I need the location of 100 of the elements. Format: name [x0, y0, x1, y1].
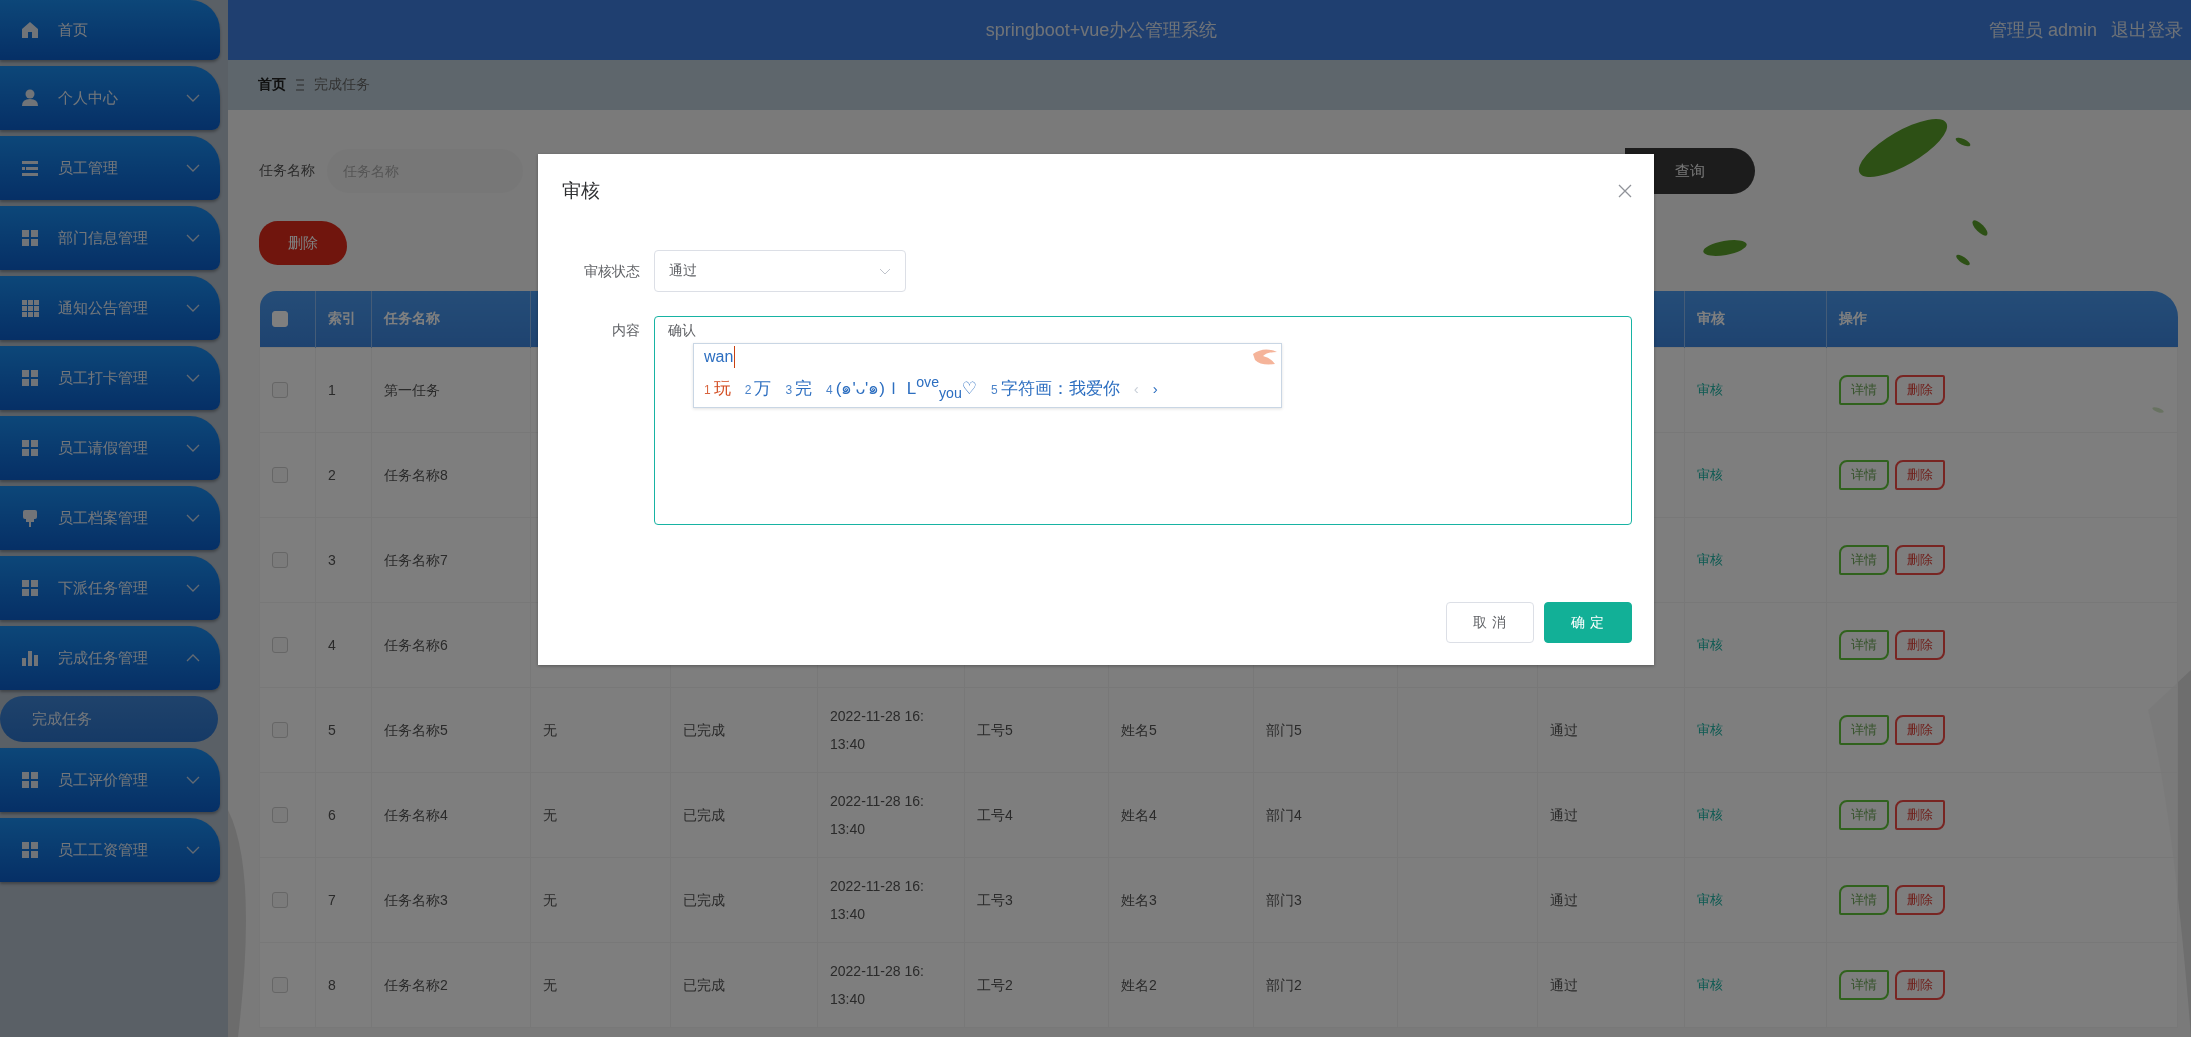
grid-icon [20, 770, 40, 790]
table-cell-text: 2022-11-28 16:13:40 [830, 961, 925, 1009]
user-icon [20, 88, 40, 108]
delete-button[interactable]: 删除 [1895, 459, 1945, 490]
grid-icon [20, 840, 40, 860]
sidebar-subitem[interactable]: 完成任务 [0, 696, 218, 742]
table-cell-text: 任务名称5 [384, 720, 449, 740]
grid-icon [20, 438, 40, 458]
table-cell-text: 无 [543, 890, 558, 910]
delete-button[interactable]: 删除 [1895, 969, 1945, 1000]
sidebar-item[interactable]: 员工请假管理 [0, 416, 220, 480]
table-cell-text: 已完成 [683, 975, 726, 995]
field-label: 任务名称 [259, 162, 315, 180]
sidebar-item[interactable]: 员工档案管理 [0, 486, 220, 550]
delete-button[interactable]: 删除 [1895, 799, 1945, 830]
table-cell-text: 工号3 [977, 890, 1014, 910]
review-link[interactable]: 审核 [1697, 381, 1723, 397]
table-cell-text: 已完成 [683, 805, 726, 825]
separator-icon [296, 79, 304, 91]
details-button[interactable]: 详情 [1839, 374, 1889, 405]
user-name: 管理员 admin [1988, 19, 2097, 42]
checkbox[interactable] [272, 382, 288, 399]
delete-button[interactable]: 删除 [1895, 629, 1945, 660]
review-link[interactable]: 审核 [1697, 976, 1723, 992]
ime-candidate[interactable]: 4 (๑'ᴗ'๑)Ｉ L$^{ove}$$_{you}$♡ [826, 374, 978, 402]
review-link[interactable]: 审核 [1697, 891, 1723, 907]
delete-button[interactable]: 删除 [259, 221, 347, 265]
sidebar-item[interactable]: 员工管理 [0, 136, 220, 200]
review-link[interactable]: 审核 [1697, 466, 1723, 482]
table-cell-text: 7 [328, 890, 337, 910]
table-cell-text: 无 [543, 975, 558, 995]
table-cell-text: 已完成 [683, 890, 726, 910]
details-button[interactable]: 详情 [1839, 799, 1889, 830]
details-button[interactable]: 详情 [1839, 544, 1889, 575]
checkbox[interactable] [272, 637, 288, 654]
sidebar-item[interactable]: 首页 [0, 0, 220, 60]
checkbox[interactable] [272, 807, 288, 824]
sidebar-item[interactable]: 下派任务管理 [0, 556, 220, 620]
details-button[interactable]: 详情 [1839, 629, 1889, 660]
column-header: 审核 [1697, 309, 1725, 326]
table-cell-text: 4 [328, 635, 337, 655]
table-cell-text: 工号2 [977, 975, 1014, 995]
details-button[interactable]: 详情 [1839, 969, 1889, 1000]
checkbox[interactable] [272, 722, 288, 739]
logout-link[interactable]: 退出登录 [2111, 18, 2183, 42]
home-icon [20, 20, 40, 40]
grid-icon [20, 578, 40, 598]
sidebar-item[interactable]: 部门信息管理 [0, 206, 220, 270]
table-cell-text: 部门4 [1266, 805, 1303, 825]
sidebar-item[interactable]: 员工评价管理 [0, 748, 220, 812]
table-cell-text: 8 [328, 975, 337, 995]
table-cell-text: 6 [328, 805, 337, 825]
cancel-button[interactable]: 取 消 [1446, 602, 1534, 643]
review-link[interactable]: 审核 [1697, 636, 1723, 652]
ime-candidate[interactable]: 5 字符画：我爱你 [991, 377, 1120, 400]
table-cell-text: 无 [543, 720, 558, 740]
column-header: 操作 [1839, 309, 1867, 326]
page-arrow[interactable]: › [1152, 380, 1158, 397]
sidebar-item[interactable]: 通知公告管理 [0, 276, 220, 340]
confirm-button[interactable]: 确 定 [1544, 602, 1632, 643]
ime-composition: wan [704, 346, 736, 368]
ime-candidate[interactable]: 1 玩 [704, 377, 731, 400]
details-button[interactable]: 详情 [1839, 459, 1889, 490]
grid-icon [20, 368, 40, 388]
sidebar-item[interactable]: 完成任务管理 [0, 626, 220, 690]
status-select[interactable]: 通过 [654, 250, 906, 292]
breadcrumb-item[interactable]: 首页 [258, 76, 286, 94]
ime-candidate[interactable]: 3 完 [785, 377, 813, 400]
table-cell-text: 2022-11-28 16:13:40 [830, 876, 925, 924]
table-cell-text: 通过 [1550, 890, 1579, 910]
checkbox[interactable] [272, 467, 288, 484]
sidebar-item[interactable]: 个人中心 [0, 66, 220, 130]
field-value: 确认 [668, 322, 696, 338]
checkbox[interactable] [272, 977, 288, 994]
delete-button[interactable]: 删除 [1895, 374, 1945, 405]
details-button[interactable]: 详情 [1839, 714, 1889, 745]
close-icon[interactable] [1618, 184, 1632, 198]
table-cell-text: 第一任务 [384, 380, 441, 400]
delete-button[interactable]: 删除 [1895, 714, 1945, 745]
table-cell-text: 任务名称2 [384, 975, 449, 995]
delete-button[interactable]: 删除 [1895, 544, 1945, 575]
review-link[interactable]: 审核 [1697, 551, 1723, 567]
details-button[interactable]: 详情 [1839, 884, 1889, 915]
ime-candidate[interactable]: 2 万 [744, 377, 772, 400]
review-link[interactable]: 审核 [1697, 721, 1723, 737]
table-cell-text: 1 [328, 380, 337, 400]
checkbox[interactable] [272, 892, 288, 909]
pin-icon [20, 508, 40, 528]
table-cell-text: 姓名2 [1121, 975, 1158, 995]
chevron-down-icon [879, 267, 891, 275]
delete-button[interactable]: 删除 [1895, 884, 1945, 915]
sidebar-item[interactable]: 员工打卡管理 [0, 346, 220, 410]
sidebar-item[interactable]: 员工工资管理 [0, 818, 220, 882]
table-cell-text: 任务名称3 [384, 890, 449, 910]
table-cell-text: 工号4 [977, 805, 1014, 825]
review-link[interactable]: 审核 [1697, 806, 1723, 822]
checkbox[interactable] [272, 552, 288, 569]
table-cell-text: 部门3 [1266, 890, 1303, 910]
table-cell-text: 5 [328, 720, 337, 740]
table-cell-text: 2 [328, 465, 337, 485]
